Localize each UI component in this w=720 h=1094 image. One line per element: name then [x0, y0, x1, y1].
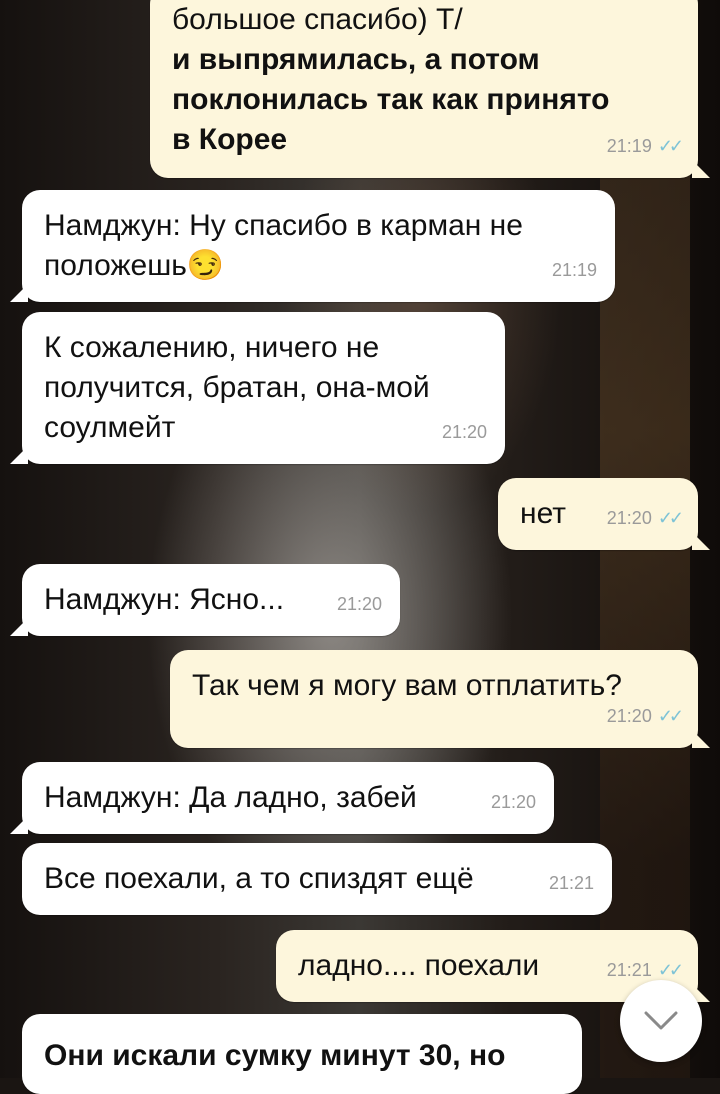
message-text: Намджун: Да ладно, забей — [44, 781, 417, 814]
message-meta: 21:21 — [549, 863, 594, 903]
message-text: Все поехали, а то спиздят ещё — [44, 862, 474, 895]
chevron-down-icon — [644, 1011, 678, 1030]
message-time: 21:20 — [606, 706, 652, 726]
message-bubble-outgoing[interactable]: большое спасибо) Т/ и выпрямилась, а пот… — [150, 0, 710, 178]
message-bubble-incoming[interactable]: Намджун: Ясно... 21:20 — [10, 564, 400, 636]
message-meta: 21:20 — [337, 584, 382, 624]
message-meta: 21:19 — [552, 250, 597, 290]
message-bubble-incoming[interactable]: Намджун: Да ладно, забей 21:20 — [10, 762, 554, 834]
message-time: 21:20 — [490, 792, 536, 812]
message-meta: 21:20 ✓✓ — [606, 498, 684, 538]
message-meta: 21:20 ✓✓ — [606, 696, 684, 736]
message-text: большое спасибо) Т/ — [172, 3, 463, 36]
message-bubble-outgoing[interactable]: Так чем я могу вам отплатить? 21:20 ✓✓ — [170, 650, 710, 748]
message-time: 21:21 — [548, 873, 594, 893]
message-time: 21:19 — [551, 260, 597, 280]
message-time: 21:20 — [441, 422, 487, 442]
message-time: 21:20 — [336, 594, 382, 614]
message-bubble-incoming[interactable]: Намджун: Ну спасибо в карман не положешь… — [10, 190, 615, 302]
read-ticks-icon: ✓✓ — [657, 136, 684, 156]
message-time: 21:20 — [606, 508, 652, 528]
message-text-bold: Они искали сумку минут 30, но — [44, 1039, 506, 1072]
message-bubble-incoming[interactable]: Все поехали, а то спиздят ещё 21:21 — [22, 843, 612, 915]
message-text-bold: и выпрямилась, а потом поклонилась так к… — [172, 43, 610, 156]
message-meta: 21:20 — [491, 782, 536, 822]
message-bubble-incoming[interactable]: К сожалению, ничего не получится, братан… — [10, 312, 505, 464]
read-ticks-icon: ✓✓ — [657, 960, 684, 980]
message-text: Намджун: Ясно... — [44, 583, 285, 616]
message-bubble-incoming[interactable]: Они искали сумку минут 30, но — [22, 1014, 582, 1094]
message-meta: 21:19 ✓✓ — [606, 126, 684, 166]
message-bubble-outgoing[interactable]: нет 21:20 ✓✓ — [498, 478, 710, 550]
read-ticks-icon: ✓✓ — [657, 508, 684, 528]
message-text: Намджун: Ну спасибо в карман не положешь… — [44, 209, 523, 282]
message-time: 21:19 — [606, 136, 652, 156]
scroll-to-bottom-button[interactable] — [620, 980, 702, 1062]
read-ticks-icon: ✓✓ — [657, 706, 684, 726]
message-time: 21:21 — [606, 960, 652, 980]
message-meta: 21:20 — [442, 412, 487, 452]
message-text: Так чем я могу вам отплатить? — [192, 669, 622, 702]
message-text: К сожалению, ничего не получится, братан… — [44, 331, 430, 444]
